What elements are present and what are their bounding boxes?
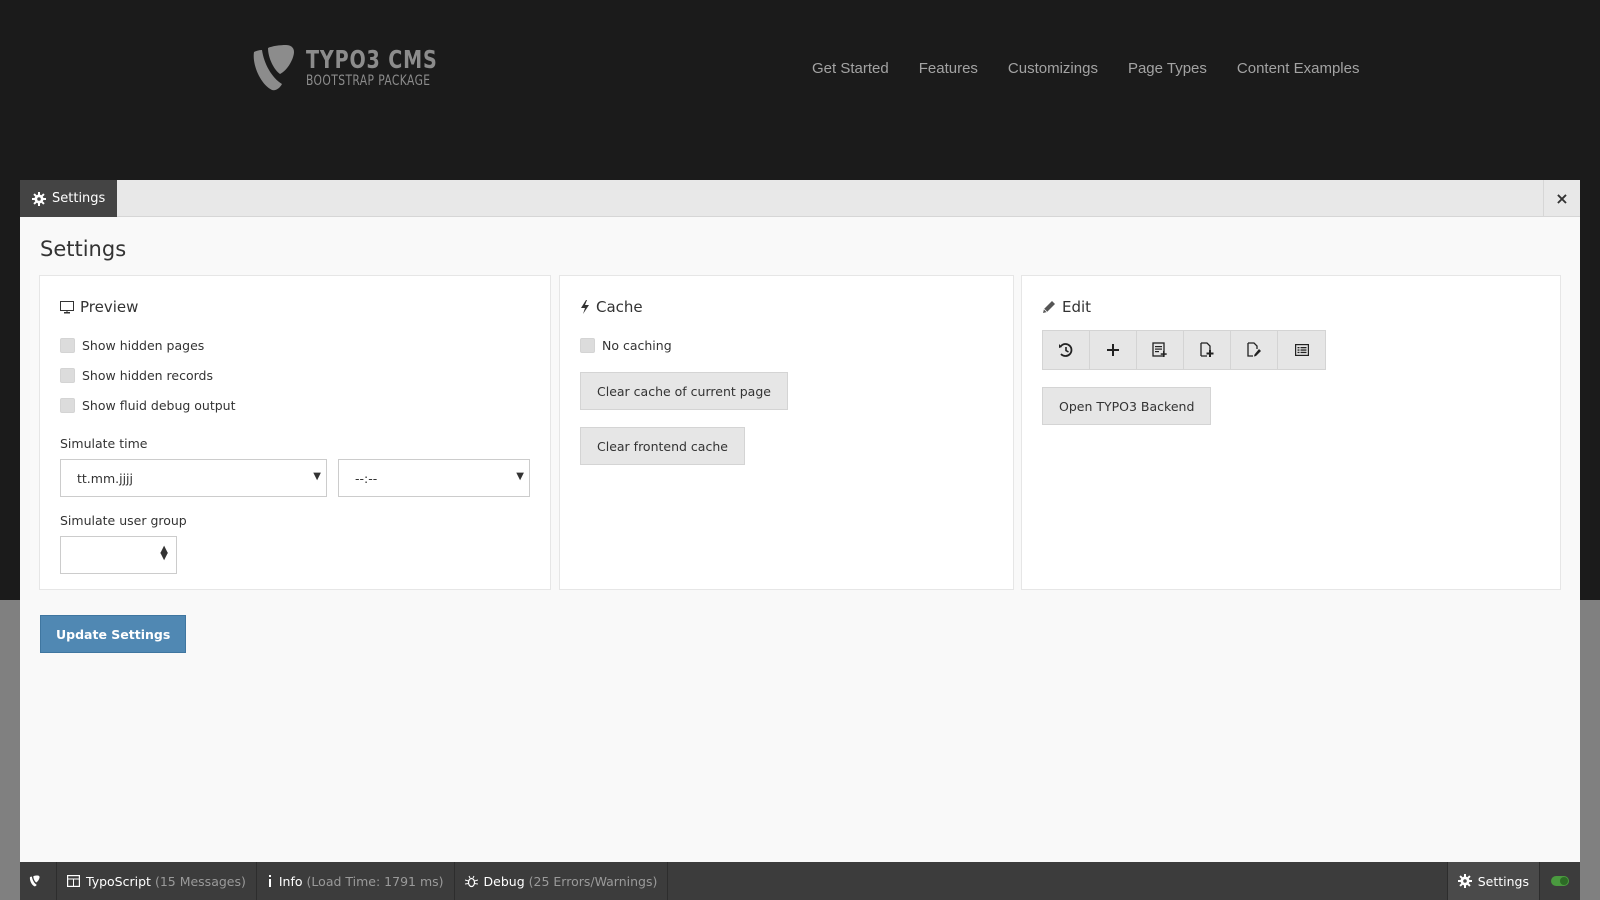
statusbar-logo-button[interactable] xyxy=(20,862,57,900)
edit-heading: Edit xyxy=(1042,298,1540,316)
page-list-icon xyxy=(1294,344,1309,356)
updown-arrow-icon: ▲ ▼ xyxy=(160,544,168,562)
bug-icon xyxy=(464,875,478,887)
new-content-button[interactable] xyxy=(1137,331,1184,369)
show-hidden-pages-row: Show hidden pages xyxy=(60,330,530,360)
edit-heading-label: Edit xyxy=(1062,298,1092,316)
edit-page-button[interactable] xyxy=(1231,331,1278,369)
logo-title: TYPO3 CMS xyxy=(306,45,438,74)
statusbar-toggle[interactable] xyxy=(1540,862,1580,900)
simulate-time-input[interactable]: --:-- ▼ xyxy=(338,459,530,497)
add-icon xyxy=(1107,344,1119,356)
simulate-group-select[interactable]: ▲ ▼ xyxy=(60,536,177,574)
debug-detail: (25 Errors/Warnings) xyxy=(528,873,658,889)
monitor-icon xyxy=(60,300,74,313)
simulate-time-label: Simulate time xyxy=(60,436,148,451)
nav-features[interactable]: Features xyxy=(919,60,978,77)
site-logo[interactable]: TYPO3 CMS BOOTSTRAP PACKAGE xyxy=(250,44,461,92)
gear-icon xyxy=(1457,874,1472,888)
simulate-time-value: --:-- xyxy=(355,470,378,486)
nav-get-started[interactable]: Get Started xyxy=(812,60,889,77)
show-hidden-pages-label: Show hidden pages xyxy=(82,337,205,353)
add-button[interactable] xyxy=(1090,331,1137,369)
new-page-icon xyxy=(1200,342,1214,357)
toggle-switch[interactable] xyxy=(1551,876,1569,886)
info-detail: (Load Time: 1791 ms) xyxy=(306,873,444,889)
tab-settings-label: Settings xyxy=(52,191,106,206)
statusbar-typoscript[interactable]: TypoScript (15 Messages) xyxy=(57,862,257,900)
cache-card: Cache No caching Clear cache of current … xyxy=(559,275,1014,590)
simulate-date-value: tt.mm.jjjj xyxy=(77,470,133,486)
dropdown-arrow-icon: ▼ xyxy=(313,471,321,482)
history-button[interactable] xyxy=(1043,331,1090,369)
nav-content-examples[interactable]: Content Examples xyxy=(1237,60,1360,77)
preview-heading-label: Preview xyxy=(80,298,139,316)
logo-subtitle: BOOTSTRAP PACKAGE xyxy=(306,73,431,89)
clear-current-cache-button[interactable]: Clear cache of current page xyxy=(580,372,788,410)
statusbar-info[interactable]: Info (Load Time: 1791 ms) xyxy=(257,862,455,900)
edit-page-icon xyxy=(1247,342,1261,357)
open-backend-button[interactable]: Open TYPO3 Backend xyxy=(1042,387,1212,425)
debug-label: Debug xyxy=(483,873,525,889)
close-button[interactable]: × xyxy=(1543,180,1580,217)
statusbar-settings[interactable]: Settings xyxy=(1446,862,1540,900)
info-icon xyxy=(268,875,271,887)
page-list-button[interactable] xyxy=(1278,331,1325,369)
simulate-date-input[interactable]: tt.mm.jjjj ▼ xyxy=(60,459,327,497)
table-icon xyxy=(67,875,80,887)
statusbar-settings-label: Settings xyxy=(1477,873,1529,889)
new-content-icon xyxy=(1152,342,1167,357)
preview-card: Preview Show hidden pages Show hidden re… xyxy=(39,275,551,590)
cache-heading-label: Cache xyxy=(596,298,643,316)
tab-settings[interactable]: Settings xyxy=(20,180,118,217)
new-page-button[interactable] xyxy=(1184,331,1231,369)
typoscript-label: TypoScript xyxy=(86,873,151,889)
no-caching-label: No caching xyxy=(602,337,672,353)
typo3-logo-icon xyxy=(253,45,294,91)
dropdown-arrow-icon: ▼ xyxy=(516,471,524,482)
main-nav: Get Started Features Customizings Page T… xyxy=(812,60,1389,77)
typoscript-detail: (15 Messages) xyxy=(154,873,246,889)
show-fluid-debug-label: Show fluid debug output xyxy=(82,397,236,413)
show-hidden-records-label: Show hidden records xyxy=(82,367,213,383)
edit-card: Edit Open TYPO3 Backend xyxy=(1021,275,1561,590)
update-settings-button[interactable]: Update Settings xyxy=(40,615,187,653)
preview-heading: Preview xyxy=(60,298,530,316)
show-fluid-debug-checkbox[interactable] xyxy=(60,397,75,413)
history-icon xyxy=(1059,343,1073,357)
nav-customizings[interactable]: Customizings xyxy=(1008,60,1098,77)
typo3-logo-icon xyxy=(29,875,40,887)
show-hidden-records-row: Show hidden records xyxy=(60,360,530,390)
admin-statusbar: TypoScript (15 Messages) Info (Load Time… xyxy=(20,862,1580,900)
statusbar-debug[interactable]: Debug (25 Errors/Warnings) xyxy=(455,862,669,900)
show-fluid-debug-row: Show fluid debug output xyxy=(60,390,530,420)
no-caching-checkbox[interactable] xyxy=(580,337,595,353)
cache-heading: Cache xyxy=(580,298,993,316)
nav-page-types[interactable]: Page Types xyxy=(1128,60,1207,77)
simulate-group-label: Simulate user group xyxy=(60,513,187,528)
info-label: Info xyxy=(278,873,303,889)
show-hidden-pages-checkbox[interactable] xyxy=(60,337,75,353)
no-caching-row: No caching xyxy=(580,330,993,360)
settings-panel: Settings × Settings Preview Show hidden … xyxy=(20,180,1580,900)
panel-title: Settings xyxy=(40,237,127,261)
bolt-icon xyxy=(581,300,589,314)
clear-frontend-cache-button[interactable]: Clear frontend cache xyxy=(580,427,745,465)
edit-toolbar xyxy=(1042,330,1326,370)
show-hidden-records-checkbox[interactable] xyxy=(60,367,75,383)
panel-tabbar: Settings × xyxy=(20,180,1580,217)
gear-icon xyxy=(32,191,46,206)
pencil-icon xyxy=(1043,301,1055,313)
